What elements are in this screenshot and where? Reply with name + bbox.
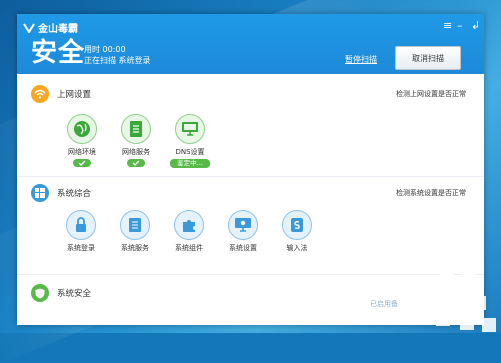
scan-status: 正在扫描 [84,56,116,65]
menu-icon[interactable]: ≡ [443,20,452,31]
item-system-service[interactable]: 系统服务 [109,210,161,253]
document-list-icon [121,114,151,144]
shield-icon [31,284,49,302]
monitor-settings-icon [228,210,258,240]
pause-scan-link[interactable]: 暂停扫描 [345,54,377,65]
section-security-title: 系统安全 [57,289,92,299]
tile [460,316,474,330]
tile [426,286,440,300]
section-network-title: 上网设置 [57,90,92,100]
back-icon[interactable]: ↲ [471,20,480,31]
elapsed-time: 用时 00:00 [84,45,126,54]
item-system-component[interactable]: 系统组件 [163,210,215,253]
document-icon [120,210,150,240]
section-system-description: 检测系统设置是否正常 [396,189,466,197]
tile [462,272,476,286]
section-network-header: 上网设置 [31,85,91,103]
wifi-icon [31,85,49,103]
minimize-icon[interactable]: – [457,20,463,31]
item-label: 系统组件 [175,244,203,252]
scan-info: 用时 00:00 正在扫描 系统登录 [84,44,151,66]
section-system: 系统综合 检测系统设置是否正常 系统登录 系统服务 系统组件 系统设置 输入法 [17,176,484,275]
item-label: 输入法 [286,244,308,252]
item-system-login[interactable]: 系统登录 [55,210,107,253]
scan-target: 系统登录 [118,56,151,65]
window-header: 金山毒霸 ≡ – ↲ 安全 用时 00:00 正在扫描 系统登录 暂停扫描 取消… [17,14,484,74]
check-icon [127,159,145,167]
item-label: 系统服务 [121,244,149,252]
item-label: 系统登录 [67,244,95,252]
logo-icon [23,22,35,33]
tile [414,308,428,322]
tile [448,290,462,304]
section-system-header: 系统综合 [31,184,91,202]
scan-progress-text: 正在扫描 系统登录 [84,55,151,66]
tile [440,264,454,278]
item-label: 系统设置 [229,244,257,252]
windows-icon [31,184,49,202]
item-network-environment[interactable]: 网络环境 [56,114,108,167]
monitor-icon [175,114,205,144]
section-system-title: 系统综合 [57,189,92,199]
section-network-description: 检测上网设置是否正常 [396,90,466,98]
security-status: 安全 [31,38,86,68]
section-security-header: 系统安全 [31,284,91,302]
app-logo: 金山毒霸 [23,20,78,35]
lock-icon [66,210,96,240]
cancel-scan-button[interactable]: 取消扫描 [395,46,461,70]
item-system-settings[interactable]: 系统设置 [217,210,269,253]
tile [436,312,450,326]
item-input-method[interactable]: 输入法 [271,210,323,253]
input-method-icon [282,210,312,240]
item-label: DNS设置 [175,148,205,156]
item-network-service[interactable]: 网络服务 [110,114,162,167]
item-label: 网络环境 [68,148,96,156]
watermark-tiles [392,262,501,333]
section-network: 上网设置 检测上网设置是否正常 网络环境 网络服务 DNS设置 鉴定中... [17,74,484,177]
item-label: 网络服务 [122,148,150,156]
tile [482,318,496,332]
checking-badge: 鉴定中... [170,159,210,168]
tile [472,296,486,310]
logo-text: 金山毒霸 [38,24,78,35]
globe-icon [67,114,97,144]
puzzle-icon [174,210,204,240]
check-icon [73,159,91,167]
item-dns-settings[interactable]: DNS设置 鉴定中... [164,114,216,168]
